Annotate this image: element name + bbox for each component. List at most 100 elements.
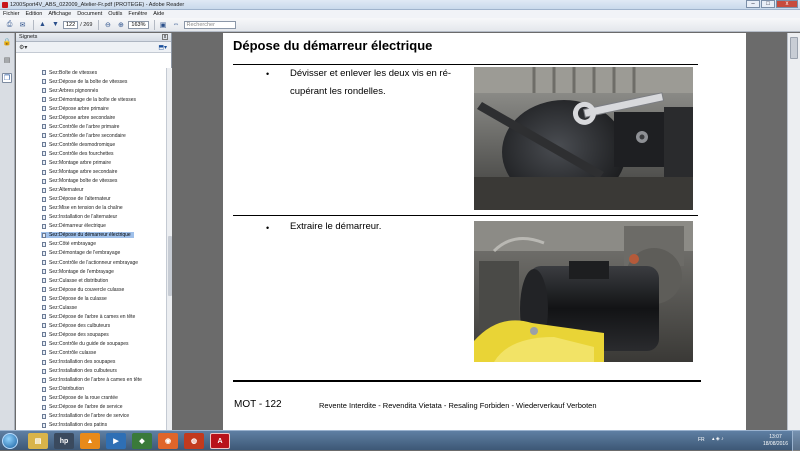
bookmark-label: Sez:Distribution [49,386,85,393]
close-panel-button[interactable]: x [162,34,168,40]
show-desktop-button[interactable] [792,431,800,451]
hp-app-icon[interactable]: hp [54,433,74,449]
bookmark-item[interactable]: Sez:Culasse [16,303,166,312]
menu-affichage[interactable]: Affichage [48,11,71,17]
page-footer-number: MOT - 122 [234,399,282,410]
bookmark-item[interactable]: Sez:Installation de l'arbre de service [16,412,166,421]
bookmark-item[interactable]: Sez:Alternateur [16,186,166,195]
step-2-text: Extraire le démarreur. [290,221,382,232]
bookmark-item[interactable]: Sez:Contrôle de l'actionneur embrayage [16,258,166,267]
fit-page-icon[interactable]: ▣ [158,20,169,30]
bookmark-item[interactable]: Sez:Installation de l'arbre à cames en t… [16,376,166,385]
bookmark-item[interactable]: Sez:Dépose de l'arbre de service [16,403,166,412]
bookmark-item[interactable]: Sez:Contrôle culasse [16,348,166,357]
file-explorer-icon[interactable]: ▤ [28,433,48,449]
search-input[interactable]: Rechercher [183,20,236,29]
vlc-icon[interactable]: ▲ [80,433,100,449]
bookmark-label: Sez:Contrôle desmodromique [49,141,116,148]
menu-document[interactable]: Document [77,11,102,17]
bookmark-item[interactable]: Sez:Contrôle de l'arbre secondaire [16,131,166,140]
menu-fenetre[interactable]: Fenêtre [128,11,147,17]
bookmark-label: Sez:Contrôle de l'actionneur embrayage [49,259,139,266]
bookmark-icon [42,350,46,356]
app-icon[interactable]: ◍ [184,433,204,449]
bookmark-item[interactable]: Sez:Montage arbre primaire [16,158,166,167]
bookmark-icon [42,377,46,383]
zoom-out-icon[interactable]: ⊖ [102,20,113,30]
menu-edition[interactable]: Edition [26,11,43,17]
bookmark-item[interactable]: Sez:Contrôle desmodromique [16,140,166,149]
document-scroll-thumb[interactable] [790,37,798,59]
bookmark-item[interactable]: Sez:Mise en tension de la chaîne [16,204,166,213]
bookmarks-icon[interactable]: ❐ [2,73,12,83]
system-clock[interactable]: 13:07 18/08/2016 [763,434,788,448]
bookmark-icon [42,296,46,302]
bookmark-item[interactable]: Sez:Démontage de l'embrayage [16,249,166,258]
bookmark-item[interactable]: Sez:Dépose de l'arbre à cames en tête [16,312,166,321]
minimize-button[interactable]: – [746,0,760,8]
bookmark-item[interactable]: Sez:Distribution [16,385,166,394]
zoom-level-input[interactable]: 163% [128,20,149,29]
fit-width-icon[interactable]: ⇔ [171,20,182,30]
close-button[interactable]: x [776,0,798,8]
bookmark-item[interactable]: Sez:Dépose de la boîte de vitesses [16,77,166,86]
bookmark-label: Sez:Installation de l'arbre de service [49,413,130,420]
document-scrollbar[interactable] [787,33,800,430]
next-page-icon[interactable]: ▼ [50,20,61,30]
print-icon[interactable]: ⎙ [4,20,15,30]
bookmarks-scrollbar[interactable] [166,68,172,430]
bookmark-item[interactable]: Sez:Dépose des culbuteurs [16,321,166,330]
bookmark-icon [42,341,46,347]
zoom-in-icon[interactable]: ⊕ [115,20,126,30]
tray-icons[interactable]: ▴ ◈ ♪ [712,436,724,442]
windows-start-icon[interactable] [2,433,18,449]
bookmark-item[interactable]: Sez:Dépose du couvercle culasse [16,285,166,294]
bookmark-icon [42,178,46,184]
options-icon[interactable]: ⚙▾ [19,44,27,51]
bookmark-item[interactable]: Sez:Installation des patins [16,421,166,430]
menu-fichier[interactable]: Fichier [3,11,20,17]
language-indicator[interactable]: FR [698,437,705,443]
adobe-reader-taskbar-icon[interactable]: A [210,433,230,449]
bookmark-item[interactable]: Sez:Démarreur électrique [16,222,166,231]
expand-bookmark-icon[interactable]: ⬒▾ [158,44,167,51]
bookmark-item[interactable]: Sez:Boîte de vitesses [16,68,166,77]
share-icon[interactable]: ✉ [17,20,28,30]
bookmark-item[interactable]: Sez:Arbres pignonnés [16,86,166,95]
pages-icon[interactable]: ▤ [2,55,12,65]
bookmark-item[interactable]: Sez:Contrôle des fourchettes [16,149,166,158]
bookmark-item[interactable]: Sez:Installation de l'alternateur [16,213,166,222]
app-icon[interactable]: ◆ [132,433,152,449]
bookmark-item[interactable]: Sez:Culasse et distribution [16,276,166,285]
step-2-bullet: • [266,223,270,233]
lock-icon[interactable]: 🔒 [2,37,12,47]
bookmark-item[interactable]: Sez:Dépose des soupapes [16,330,166,339]
bookmark-item[interactable]: Sez:Démontage de la boîte de vitesses [16,95,166,104]
bookmark-item[interactable]: Sez:Dépose de la roue crantée [16,394,166,403]
bookmark-item[interactable]: Sez:Dépose arbre primaire [16,104,166,113]
bookmark-item[interactable]: Sez:Installation des soupapes [16,358,166,367]
page-title: Dépose du démarreur électrique [233,38,433,53]
bookmark-item[interactable]: Sez:Contrôle de l'arbre primaire [16,122,166,131]
bookmark-item[interactable]: Sez:Installation des culbuteurs [16,367,166,376]
bookmark-item[interactable]: Sez:Dépose arbre secondaire [16,113,166,122]
page-number-input[interactable]: 122 [63,20,79,29]
bookmark-item[interactable]: Sez:Dépose de la culasse [16,294,166,303]
bookmark-label: Sez:Installation des soupapes [49,359,116,366]
firefox-icon[interactable]: ◉ [158,433,178,449]
bookmark-item[interactable]: Sez:Contrôle du guide de soupapes [16,339,166,348]
bookmark-item[interactable]: Sez:Dépose du démarreur électrique [16,231,166,240]
bookmark-label: Sez:Dépose arbre secondaire [49,114,116,121]
bookmark-item[interactable]: Sez:Montage arbre secondaire [16,168,166,177]
bookmarks-scroll-thumb[interactable] [168,236,172,296]
menu-aide[interactable]: Aide [153,11,164,17]
bookmark-item[interactable]: Sez:Dépose de l'alternateur [16,195,166,204]
media-player-icon[interactable]: ▶ [106,433,126,449]
bookmark-item[interactable]: Sez:Montage boîte de vitesses [16,177,166,186]
menu-outils[interactable]: Outils [108,11,122,17]
bookmark-item[interactable]: Sez:Côté embrayage [16,240,166,249]
maximize-button[interactable]: □ [761,0,775,8]
previous-page-icon[interactable]: ▲ [37,20,48,30]
bookmark-item[interactable]: Sez:Montage de l'embrayage [16,267,166,276]
taskbar: ▤ hp ▲ ▶ ◆ ◉ ◍ A FR ▴ ◈ ♪ 13:07 18/08/20… [0,430,800,451]
